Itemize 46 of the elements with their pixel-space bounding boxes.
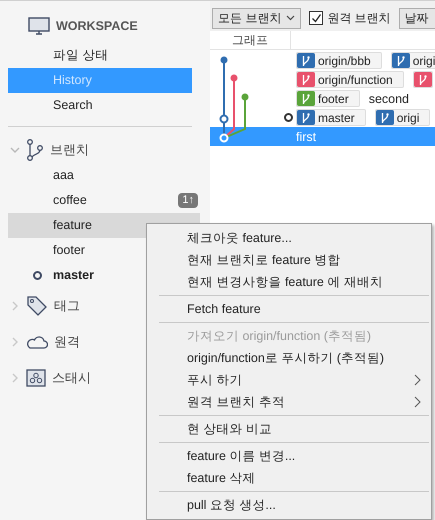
menu-item[interactable]: 원격 브랜치 추적	[147, 391, 431, 413]
menu-item[interactable]: origin/function로 푸시하기 (추적됨)	[147, 347, 431, 369]
menu-item[interactable]: 현재 변경사항을 feature 에 재배치	[147, 271, 431, 293]
section-title: WORKSPACE	[56, 19, 138, 33]
commit-message: second	[368, 92, 409, 106]
branch-item[interactable]: coffee	[53, 188, 87, 213]
branch-name: origin/function	[317, 72, 394, 86]
sidebar-item[interactable]: Search	[8, 93, 192, 118]
menu-item[interactable]: feature 삭제	[147, 467, 431, 489]
menu-item[interactable]: 현재 브랜치로 feature 병합	[147, 249, 431, 271]
branch-item[interactable]: footer	[53, 238, 85, 263]
menu-item[interactable]: pull 요청 생성...	[147, 494, 431, 516]
commit-message: first	[296, 130, 316, 144]
chevron-icon[interactable]	[10, 337, 20, 347]
section-title: 브랜치	[50, 141, 89, 159]
branch-item[interactable]: aaa	[53, 163, 74, 188]
ahead-badge: 1↑	[178, 193, 198, 208]
checkbox[interactable]	[309, 11, 324, 25]
stash-icon	[26, 369, 46, 387]
cloud-icon	[26, 335, 48, 349]
menu-item[interactable]: Fetch feature	[147, 298, 431, 320]
branch-filter-dropdown[interactable]: 모든 브랜치	[212, 8, 302, 28]
branch-name: master	[317, 110, 356, 124]
branch-name: origi	[412, 54, 435, 68]
tag-icon	[26, 295, 48, 317]
menu-item[interactable]: 체크아웃 feature...	[147, 227, 431, 249]
menu-item[interactable]: 현 상태와 비교	[147, 418, 431, 440]
section-title[interactable]: 태그	[54, 297, 80, 315]
monitor-icon	[28, 17, 50, 35]
branch-item[interactable]: master	[53, 263, 94, 288]
section-title[interactable]: 원격	[54, 333, 80, 351]
section-title[interactable]: 스태시	[52, 369, 91, 387]
sort-button[interactable]: 날짜	[398, 8, 435, 28]
branch-icon	[26, 139, 44, 161]
branch-name: origi	[396, 110, 420, 124]
menu-item[interactable]: 푸시 하기	[147, 369, 431, 391]
chevron-icon[interactable]	[10, 373, 20, 383]
chevron-icon[interactable]	[10, 301, 20, 311]
menu-item[interactable]: feature 이름 변경...	[147, 445, 431, 467]
column-header[interactable]: 그래프	[210, 31, 291, 49]
branch-name: footer	[317, 92, 350, 106]
chevron-icon[interactable]	[10, 145, 20, 155]
sidebar-item[interactable]: 파일 상태	[8, 43, 192, 68]
branch-name: origin/bbb	[317, 54, 372, 68]
caret-icon	[286, 15, 296, 21]
checkbox-label: 원격 브랜치	[327, 10, 391, 26]
